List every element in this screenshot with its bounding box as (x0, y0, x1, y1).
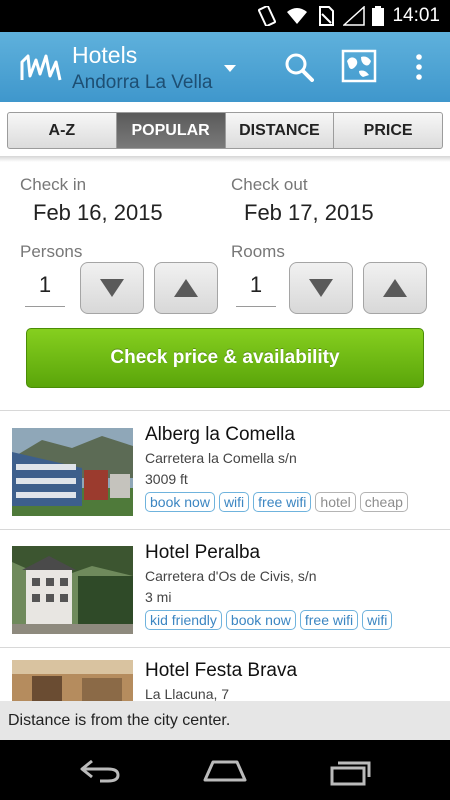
tag[interactable]: wifi (362, 610, 393, 630)
tabs-divider (0, 156, 450, 162)
app-logo-icon (20, 54, 62, 81)
rooms-label: Rooms (231, 242, 285, 261)
check-out-label: Check out (231, 175, 308, 194)
hotel-address: Carretera d'Os de Civis, s/n (145, 568, 317, 584)
tab-price[interactable]: PRICE (334, 113, 442, 148)
persons-label: Persons (20, 242, 83, 261)
action-bar: Hotels Andorra La Vella (0, 32, 450, 102)
hotel-address: Carretera la Comella s/n (145, 450, 297, 466)
hotel-list-item[interactable]: Alberg la Comella Carretera la Comella s… (0, 412, 450, 530)
arrow-down-icon (100, 279, 124, 297)
tab-a-z[interactable]: A-Z (8, 113, 117, 148)
check-in-date[interactable]: Feb 16, 2015 (33, 200, 163, 226)
tag[interactable]: book now (145, 492, 215, 512)
status-bar: 14:01 (0, 0, 450, 32)
overflow-menu-icon[interactable] (414, 54, 424, 80)
rooms-value[interactable]: 1 (236, 272, 276, 298)
hotel-photo (12, 546, 133, 634)
signal-icon (343, 6, 365, 26)
hotel-photo (12, 660, 133, 701)
tag[interactable]: free wifi (299, 610, 359, 630)
tag[interactable]: hotel (315, 492, 356, 512)
battery-icon (372, 6, 384, 26)
tag[interactable]: cheap (359, 492, 408, 512)
city-selector[interactable]: Andorra La Vella (72, 72, 213, 94)
persons-value[interactable]: 1 (25, 272, 65, 298)
tab-popular[interactable]: POPULAR (116, 113, 226, 148)
tag[interactable]: kid friendly (145, 610, 222, 630)
navigation-bar (0, 740, 450, 800)
divider (0, 410, 450, 411)
tag[interactable]: wifi (218, 492, 250, 512)
hotel-name: Alberg la Comella (145, 424, 295, 445)
hotel-address: La Llacuna, 7 (145, 686, 230, 701)
tab-distance[interactable]: DISTANCE (226, 113, 335, 148)
rooms-increase-button[interactable] (363, 262, 427, 314)
map-icon[interactable] (341, 49, 377, 83)
wifi-icon (287, 8, 307, 24)
tag[interactable]: book now (225, 610, 296, 630)
search-icon[interactable] (284, 52, 314, 82)
distance-note: Distance is from the city center. (0, 701, 450, 740)
chevron-down-icon[interactable] (224, 65, 236, 72)
check-out-date[interactable]: Feb 17, 2015 (244, 200, 374, 226)
check-price-button[interactable]: Check price & availability (26, 328, 424, 388)
recents-icon[interactable] (328, 758, 374, 786)
back-icon[interactable] (78, 758, 122, 784)
persons-decrease-button[interactable] (80, 262, 144, 314)
arrow-up-icon (174, 279, 198, 297)
arrow-down-icon (309, 279, 333, 297)
hotel-name: Hotel Peralba (145, 542, 261, 563)
tag[interactable]: free wifi (253, 492, 312, 512)
hotel-name: Hotel Festa Brava (145, 660, 298, 681)
persons-increase-button[interactable] (154, 262, 218, 314)
rooms-underline (236, 306, 276, 307)
status-time: 14:01 (392, 5, 440, 26)
page-title: Hotels (72, 42, 138, 68)
check-in-label: Check in (20, 175, 87, 194)
hotel-list-item[interactable]: Hotel Festa Brava La Llacuna, 7 (0, 648, 450, 701)
vibrate-icon (258, 6, 276, 26)
hotel-distance: 3 mi (145, 589, 172, 605)
no-sim-icon (319, 6, 334, 26)
rooms-decrease-button[interactable] (289, 262, 353, 314)
tag-list: book now wifi free wifi hotel cheap (145, 492, 408, 512)
sort-tabs: A-Z POPULAR DISTANCE PRICE (7, 112, 443, 149)
tag-list: kid friendly book now free wifi wifi (145, 610, 393, 630)
persons-underline (25, 306, 65, 307)
hotel-photo (12, 428, 133, 516)
hotel-distance: 3009 ft (145, 471, 188, 487)
arrow-up-icon (383, 279, 407, 297)
home-icon[interactable] (201, 758, 249, 784)
hotel-list-item[interactable]: Hotel Peralba Carretera d'Os de Civis, s… (0, 530, 450, 648)
